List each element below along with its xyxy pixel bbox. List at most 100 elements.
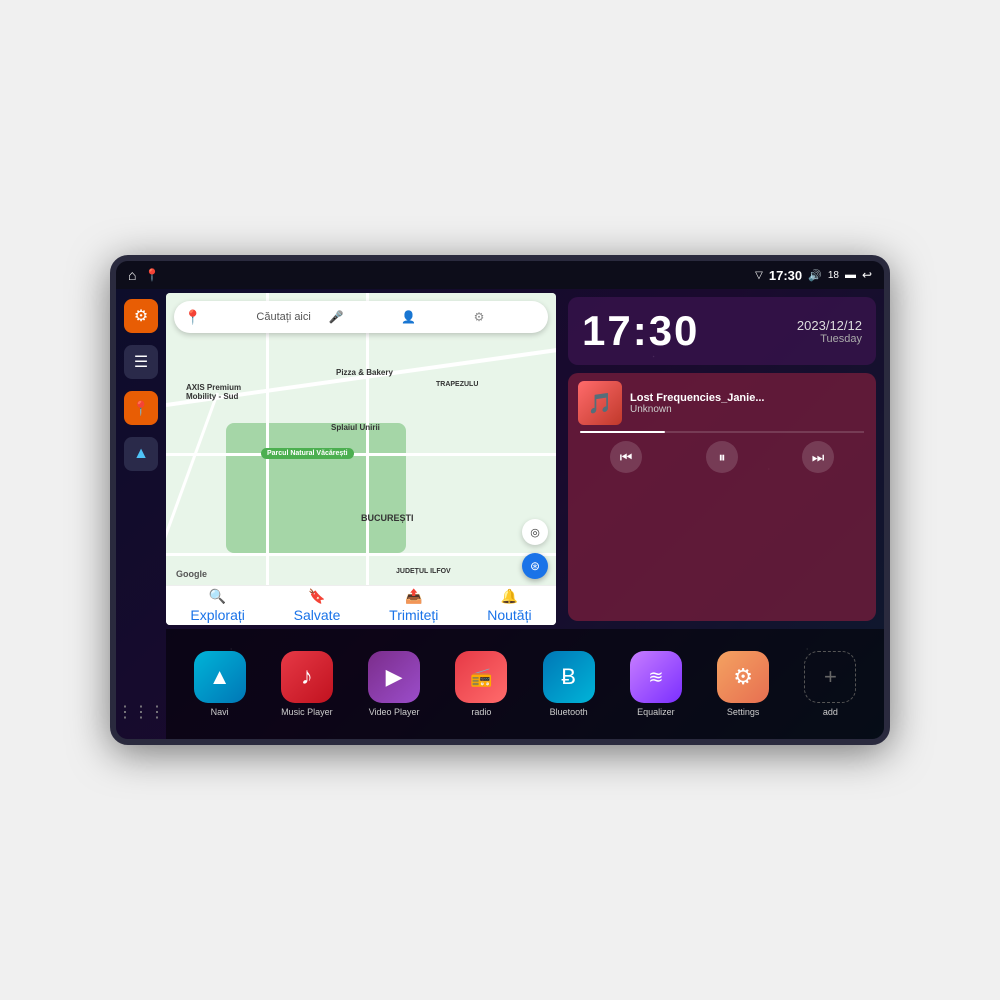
explore-label: Explorați bbox=[190, 607, 244, 623]
equalizer-icon: ≋ bbox=[630, 651, 682, 703]
np-top: 🎵 Lost Frequencies_Janie... Unknown bbox=[578, 381, 866, 425]
content-area: 📍 Căutați aici 🎤 👤 ⚙ bbox=[166, 289, 884, 739]
news-icon: 🔔 bbox=[501, 588, 518, 605]
grid-icon: ⋮⋮⋮ bbox=[117, 702, 165, 722]
battery-level: 18 bbox=[828, 270, 839, 281]
next-button[interactable]: ⏭ bbox=[802, 441, 834, 473]
sidebar-item-settings[interactable]: ⚙ bbox=[124, 299, 158, 333]
google-logo: Google bbox=[176, 569, 207, 579]
device-frame: ⌂ 📍 ▽ 17:30 🔊 18 ▬ ↩ ⚙ ☰ 📍 ▲ bbox=[110, 255, 890, 745]
navi-icon: ▲ bbox=[194, 651, 246, 703]
app-item-music-player[interactable]: ♪ Music Player bbox=[265, 651, 348, 717]
np-controls: ⏮ ⏸ ⏭ bbox=[578, 439, 866, 475]
app-item-add[interactable]: + add bbox=[789, 651, 872, 717]
back-icon[interactable]: ↩ bbox=[862, 268, 872, 282]
bluetooth-icon: Ƀ bbox=[543, 651, 595, 703]
map-send[interactable]: 📤 Trimiteți bbox=[389, 588, 438, 623]
map-label-buc: BUCUREȘTI bbox=[361, 513, 414, 523]
app-item-settings[interactable]: ⚙ Settings bbox=[702, 651, 785, 717]
map-panel[interactable]: 📍 Căutați aici 🎤 👤 ⚙ bbox=[166, 293, 556, 625]
send-label: Trimiteți bbox=[389, 607, 438, 623]
map-bottom-bar: 🔍 Explorați 🔖 Salvate 📤 Trimiteți � bbox=[166, 585, 556, 625]
map-saved[interactable]: 🔖 Salvate bbox=[294, 588, 341, 623]
battery-icon: ▬ bbox=[845, 269, 856, 281]
sidebar-item-files[interactable]: ☰ bbox=[124, 345, 158, 379]
home-icon[interactable]: ⌂ bbox=[128, 267, 136, 283]
now-playing-widget: 🎵 Lost Frequencies_Janie... Unknown ⏮ ⏸ bbox=[568, 373, 876, 621]
road-2 bbox=[166, 453, 556, 456]
add-label: add bbox=[823, 707, 838, 717]
map-search-bar[interactable]: 📍 Căutați aici 🎤 👤 ⚙ bbox=[174, 301, 548, 333]
np-info: Lost Frequencies_Janie... Unknown bbox=[630, 392, 866, 415]
map-roads: AXIS PremiumMobility - Sud Pizza & Baker… bbox=[166, 293, 556, 625]
top-content: 📍 Căutați aici 🎤 👤 ⚙ bbox=[166, 289, 884, 629]
app-item-equalizer[interactable]: ≋ Equalizer bbox=[614, 651, 697, 717]
play-pause-button[interactable]: ⏸ bbox=[706, 441, 738, 473]
send-icon: 📤 bbox=[405, 588, 422, 605]
video-player-icon: ▶ bbox=[368, 651, 420, 703]
clock-date-value: 2023/12/12 bbox=[797, 318, 862, 333]
navi-label: Navi bbox=[211, 707, 229, 717]
clock-date: 2023/12/12 Tuesday bbox=[797, 318, 862, 345]
np-title: Lost Frequencies_Janie... bbox=[630, 392, 866, 404]
map-navigate-button[interactable]: ⊛ bbox=[522, 553, 548, 579]
clock-day-value: Tuesday bbox=[797, 333, 862, 345]
sidebar-item-map[interactable]: 📍 bbox=[124, 391, 158, 425]
status-right: ▽ 17:30 🔊 18 ▬ ↩ bbox=[755, 268, 872, 283]
np-progress-fill bbox=[580, 431, 665, 433]
music-panel: 17:30 2023/12/12 Tuesday 🎵 Lost Frequenc… bbox=[560, 289, 884, 629]
status-bar: ⌂ 📍 ▽ 17:30 🔊 18 ▬ ↩ bbox=[116, 261, 884, 289]
map-icon: 📍 bbox=[132, 400, 149, 417]
music-player-icon: ♪ bbox=[281, 651, 333, 703]
explore-icon: 🔍 bbox=[209, 588, 226, 605]
radio-label: radio bbox=[471, 707, 491, 717]
account-icon[interactable]: 👤 bbox=[401, 310, 465, 324]
map-label-pizza: Pizza & Bakery bbox=[336, 368, 393, 377]
road-4 bbox=[366, 293, 369, 625]
bluetooth-label: Bluetooth bbox=[550, 707, 588, 717]
park-area bbox=[226, 423, 406, 553]
map-label-trap: TRAPEZULU bbox=[436, 381, 478, 388]
mic-icon[interactable]: 🎤 bbox=[329, 310, 393, 324]
search-placeholder[interactable]: Căutați aici bbox=[256, 311, 320, 323]
volume-icon[interactable]: 🔊 bbox=[808, 269, 822, 282]
video-player-label: Video Player bbox=[369, 707, 420, 717]
app-item-bluetooth[interactable]: Ƀ Bluetooth bbox=[527, 651, 610, 717]
news-label: Noutăți bbox=[487, 607, 531, 623]
settings-app-icon: ⚙ bbox=[717, 651, 769, 703]
saved-icon: 🔖 bbox=[308, 588, 325, 605]
sidebar-item-navigation[interactable]: ▲ bbox=[124, 437, 158, 471]
road-3 bbox=[266, 293, 269, 625]
status-time: 17:30 bbox=[769, 268, 802, 283]
np-album-art: 🎵 bbox=[578, 381, 622, 425]
np-progress-bar bbox=[580, 431, 864, 433]
prev-button[interactable]: ⏮ bbox=[610, 441, 642, 473]
files-icon: ☰ bbox=[134, 352, 148, 372]
map-status-icon[interactable]: 📍 bbox=[144, 268, 159, 282]
settings-map-icon[interactable]: ⚙ bbox=[474, 310, 538, 324]
clock-time: 17:30 bbox=[582, 307, 699, 355]
status-left: ⌂ 📍 bbox=[128, 267, 159, 283]
saved-label: Salvate bbox=[294, 607, 341, 623]
app-item-radio[interactable]: 📻 radio bbox=[440, 651, 523, 717]
navigation-icon: ▲ bbox=[133, 445, 149, 463]
road-5 bbox=[166, 553, 556, 556]
sidebar-item-grid[interactable]: ⋮⋮⋮ bbox=[124, 695, 158, 729]
radio-icon: 📻 bbox=[455, 651, 507, 703]
sidebar: ⚙ ☰ 📍 ▲ ⋮⋮⋮ bbox=[116, 289, 166, 739]
map-location-button[interactable]: ◎ bbox=[522, 519, 548, 545]
map-label-ilfov: JUDEȚUL ILFOV bbox=[396, 568, 451, 575]
app-item-navi[interactable]: ▲ Navi bbox=[178, 651, 261, 717]
music-player-label: Music Player bbox=[281, 707, 333, 717]
wifi-icon: ▽ bbox=[755, 270, 763, 281]
np-artist: Unknown bbox=[630, 404, 866, 415]
map-label-axis: AXIS PremiumMobility - Sud bbox=[186, 383, 241, 401]
map-news[interactable]: 🔔 Noutăți bbox=[487, 588, 531, 623]
map-pin-park: Parcul Natural Văcărești bbox=[261, 448, 354, 459]
add-icon: + bbox=[804, 651, 856, 703]
google-maps-logo: 📍 bbox=[184, 309, 248, 326]
app-item-video-player[interactable]: ▶ Video Player bbox=[353, 651, 436, 717]
map-background: AXIS PremiumMobility - Sud Pizza & Baker… bbox=[166, 293, 556, 625]
map-explore[interactable]: 🔍 Explorați bbox=[190, 588, 244, 623]
equalizer-label: Equalizer bbox=[637, 707, 675, 717]
